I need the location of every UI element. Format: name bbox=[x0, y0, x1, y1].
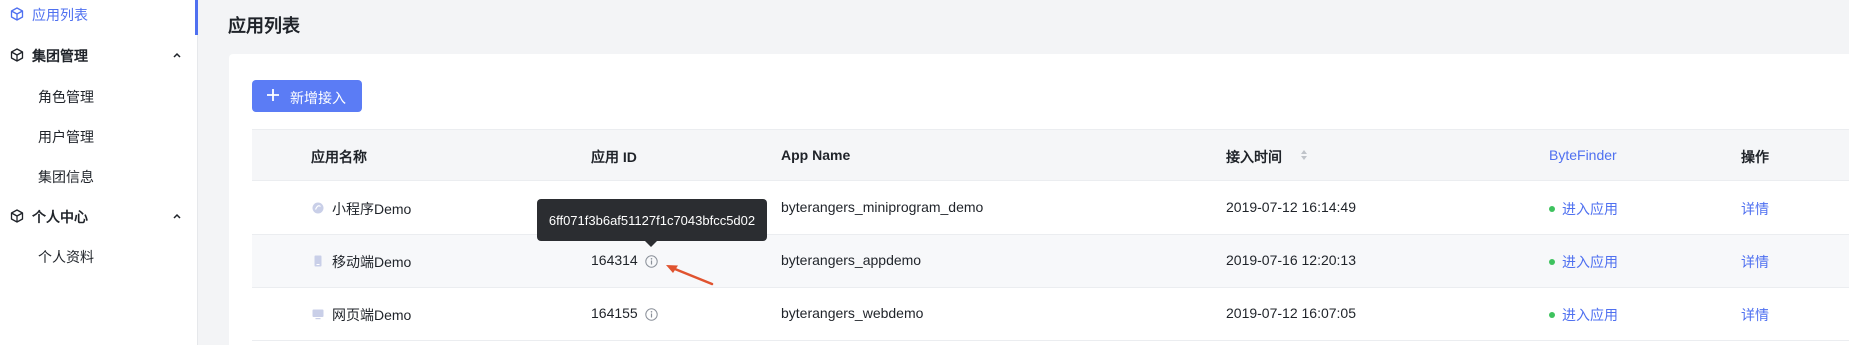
app-id-cell: 164314 bbox=[591, 252, 638, 268]
tooltip-text: 6ff071f3b6af51127f1c7043bfcc5d02 bbox=[548, 212, 756, 228]
add-integration-button[interactable]: 新增接入 bbox=[252, 80, 362, 112]
table-row: 小程序Demo 164154 byterangers_miniprogram_d… bbox=[252, 182, 1849, 235]
sidebar-item-group-info[interactable]: 集团信息 bbox=[0, 157, 198, 197]
column-header-app-id: 应用 ID bbox=[591, 149, 637, 165]
info-icon[interactable] bbox=[645, 255, 658, 268]
sidebar-item-label: 角色管理 bbox=[38, 89, 94, 105]
main-content: 应用列表 新增接入 应用名称 应用 ID App Name 接入时间 ByteF… bbox=[199, 0, 1849, 345]
column-header-name: 应用名称 bbox=[311, 149, 367, 165]
add-integration-label: 新增接入 bbox=[290, 90, 346, 106]
column-header-actions: 操作 bbox=[1741, 149, 1769, 165]
page-title: 应用列表 bbox=[228, 16, 300, 36]
detail-link[interactable]: 详情 bbox=[1741, 252, 1769, 272]
detail-link[interactable]: 详情 bbox=[1741, 199, 1769, 219]
time-cell: 2019-07-12 16:14:49 bbox=[1226, 199, 1356, 215]
sidebar-item-label: 个人中心 bbox=[32, 209, 88, 225]
web-icon bbox=[312, 309, 324, 320]
sidebar-item-users[interactable]: 用户管理 bbox=[0, 117, 198, 157]
info-icon[interactable] bbox=[645, 308, 658, 321]
app-key-cell: byterangers_appdemo bbox=[781, 252, 922, 268]
cube-icon bbox=[10, 7, 24, 21]
plus-icon bbox=[267, 89, 279, 101]
table-header: 应用名称 应用 ID App Name 接入时间 ByteFinder 操作 bbox=[252, 129, 1849, 181]
cube-icon bbox=[10, 48, 24, 62]
sidebar-item-label: 应用列表 bbox=[32, 7, 88, 23]
app-key-cell: byterangers_webdemo bbox=[781, 305, 924, 321]
status-dot bbox=[1549, 206, 1555, 212]
enter-app-link[interactable]: 进入应用 bbox=[1562, 305, 1618, 325]
detail-link[interactable]: 详情 bbox=[1741, 305, 1769, 325]
table-row: 网页端Demo 164155 byterangers_webdemo 2019-… bbox=[252, 288, 1849, 341]
sidebar-item-roles[interactable]: 角色管理 bbox=[0, 77, 198, 117]
enter-app-link[interactable]: 进入应用 bbox=[1562, 252, 1618, 272]
sidebar-item-profile[interactable]: 个人资料 bbox=[0, 237, 198, 277]
cube-icon bbox=[10, 209, 24, 223]
sidebar-item-label: 集团管理 bbox=[32, 48, 88, 64]
table-row: 移动端Demo 164314 byterangers_appdemo 2019-… bbox=[252, 235, 1849, 288]
column-header-time[interactable]: 接入时间 bbox=[1226, 147, 1282, 167]
app-name-cell: 网页端Demo bbox=[332, 307, 412, 323]
sidebar-item-label: 集团信息 bbox=[38, 169, 94, 185]
content-card: 新增接入 应用名称 应用 ID App Name 接入时间 ByteFinder… bbox=[229, 54, 1849, 345]
chevron-up-icon bbox=[173, 213, 181, 219]
sidebar-item-label: 用户管理 bbox=[38, 129, 94, 145]
annotation-arrow-icon bbox=[666, 265, 714, 286]
sidebar-item-label: 个人资料 bbox=[38, 249, 94, 265]
app-id-cell: 164155 bbox=[591, 305, 638, 321]
status-dot bbox=[1549, 259, 1555, 265]
column-header-bytefinder[interactable]: ByteFinder bbox=[1549, 147, 1617, 163]
app-key-cell: byterangers_miniprogram_demo bbox=[781, 199, 984, 215]
miniprogram-icon bbox=[312, 202, 324, 214]
time-cell: 2019-07-12 16:07:05 bbox=[1226, 305, 1356, 321]
enter-app-link[interactable]: 进入应用 bbox=[1562, 199, 1618, 219]
sort-icon[interactable] bbox=[1300, 149, 1308, 161]
app-key-tooltip: 6ff071f3b6af51127f1c7043bfcc5d02 bbox=[537, 199, 767, 247]
time-cell: 2019-07-16 12:20:13 bbox=[1226, 252, 1356, 268]
chevron-up-icon bbox=[173, 52, 181, 58]
sidebar-item-group-management[interactable]: 集团管理 bbox=[0, 36, 198, 76]
sidebar: 应用列表 集团管理 角色管理 用户管理 集团信息 个人中心 个人资料 bbox=[0, 0, 198, 345]
app-name-cell: 小程序Demo bbox=[332, 201, 412, 217]
sidebar-item-app-list[interactable]: 应用列表 bbox=[0, 0, 198, 35]
status-dot bbox=[1549, 312, 1555, 318]
mobile-icon bbox=[314, 255, 322, 267]
app-name-cell: 移动端Demo bbox=[332, 254, 412, 270]
sidebar-item-personal-center[interactable]: 个人中心 bbox=[0, 197, 198, 237]
column-header-app-name: App Name bbox=[781, 147, 851, 163]
